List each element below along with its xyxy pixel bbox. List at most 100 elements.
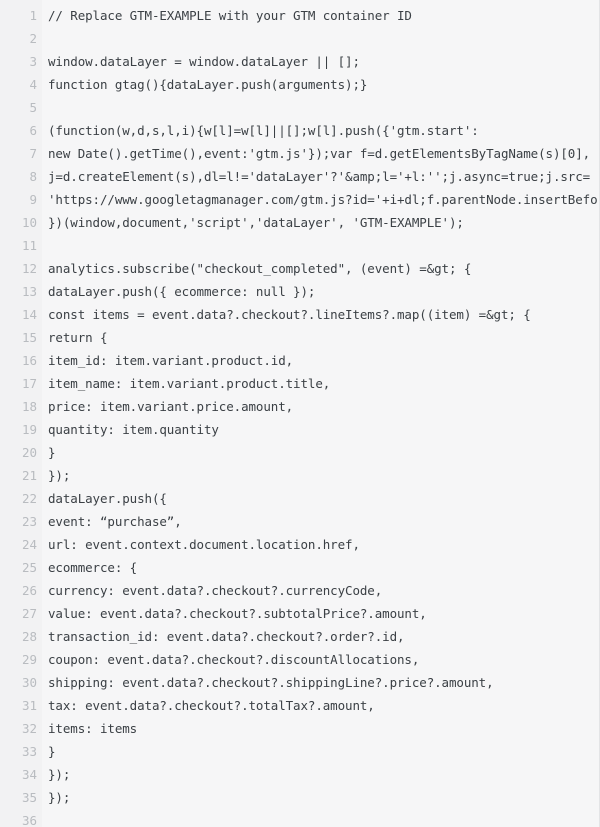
line-content[interactable]: function gtag(){dataLayer.push(arguments… bbox=[37, 73, 599, 96]
line-content[interactable]: new Date().getTime(),event:'gtm.js'});va… bbox=[37, 142, 599, 165]
line-content[interactable]: items: items bbox=[37, 717, 599, 740]
line-content[interactable]: }); bbox=[37, 786, 599, 809]
code-line[interactable]: 12 analytics.subscribe("checkout_complete… bbox=[0, 257, 599, 280]
line-content[interactable]: })(window,document,'script','dataLayer',… bbox=[37, 211, 599, 234]
line-content[interactable]: 'https://www.googletagmanager.com/gtm.js… bbox=[37, 188, 599, 211]
code-line[interactable]: 19 quantity: item.quantity bbox=[0, 418, 599, 441]
code-line[interactable]: 10})(window,document,'script','dataLayer… bbox=[0, 211, 599, 234]
line-number: 3 bbox=[29, 54, 37, 69]
code-line[interactable]: 9'https://www.googletagmanager.com/gtm.j… bbox=[0, 188, 599, 211]
code-line[interactable]: 3 window.dataLayer = window.dataLayer || … bbox=[0, 50, 599, 73]
code-line[interactable]: 34}); bbox=[0, 763, 599, 786]
code-line[interactable]: 16 item_id: item.variant.product.id, bbox=[0, 349, 599, 372]
line-number: 24 bbox=[21, 537, 37, 552]
line-number: 11 bbox=[21, 238, 37, 253]
line-content[interactable]: item_name: item.variant.product.title, bbox=[37, 372, 599, 395]
line-content[interactable]: shipping: event.data?.checkout?.shipping… bbox=[37, 671, 599, 694]
line-number: 2 bbox=[29, 31, 37, 46]
line-number: 1 bbox=[29, 8, 37, 23]
code-block[interactable]: 1// Replace GTM-EXAMPLE with your GTM co… bbox=[0, 0, 600, 827]
code-line[interactable]: 22 dataLayer.push({ bbox=[0, 487, 599, 510]
line-number: 19 bbox=[21, 422, 37, 437]
line-content[interactable]: item_id: item.variant.product.id, bbox=[37, 349, 599, 372]
code-line[interactable]: 4 function gtag(){dataLayer.push(argument… bbox=[0, 73, 599, 96]
line-number: 8 bbox=[29, 169, 37, 184]
code-line[interactable]: 27 value: event.data?.checkout?.subtotalP… bbox=[0, 602, 599, 625]
code-line[interactable]: 6 (function(w,d,s,l,i){w[l]=w[l]||[];w[l]… bbox=[0, 119, 599, 142]
code-line[interactable]: 29 coupon: event.data?.checkout?.discount… bbox=[0, 648, 599, 671]
line-number: 17 bbox=[21, 376, 37, 391]
line-content[interactable]: price: item.variant.price.amount, bbox=[37, 395, 599, 418]
code-line[interactable]: 15 return { bbox=[0, 326, 599, 349]
line-number: 16 bbox=[21, 353, 37, 368]
code-line[interactable]: 28 transaction_id: event.data?.checkout?.… bbox=[0, 625, 599, 648]
line-number: 32 bbox=[21, 721, 37, 736]
line-content[interactable]: transaction_id: event.data?.checkout?.or… bbox=[37, 625, 599, 648]
code-line[interactable]: 33} bbox=[0, 740, 599, 763]
code-line[interactable]: 30 shipping: event.data?.checkout?.shippi… bbox=[0, 671, 599, 694]
line-content[interactable]: url: event.context.document.location.hre… bbox=[37, 533, 599, 556]
code-line[interactable]: 7 new Date().getTime(),event:'gtm.js'});v… bbox=[0, 142, 599, 165]
line-number: 9 bbox=[29, 192, 37, 207]
line-number: 33 bbox=[21, 744, 37, 759]
line-content[interactable]: ecommerce: { bbox=[37, 556, 599, 579]
line-content[interactable]: dataLayer.push({ ecommerce: null }); bbox=[37, 280, 599, 303]
line-content[interactable]: value: event.data?.checkout?.subtotalPri… bbox=[37, 602, 599, 625]
code-line[interactable]: 2 bbox=[0, 27, 599, 50]
line-number: 30 bbox=[21, 675, 37, 690]
line-content[interactable]: const items = event.data?.checkout?.line… bbox=[37, 303, 599, 326]
code-line[interactable]: 14 const items = event.data?.checkout?.li… bbox=[0, 303, 599, 326]
code-line[interactable]: 11 bbox=[0, 234, 599, 257]
line-number: 29 bbox=[21, 652, 37, 667]
line-content[interactable]: // Replace GTM-EXAMPLE with your GTM con… bbox=[37, 4, 599, 27]
line-content[interactable]: }); bbox=[37, 464, 599, 487]
line-number: 31 bbox=[21, 698, 37, 713]
line-number: 27 bbox=[21, 606, 37, 621]
line-number: 10 bbox=[21, 215, 37, 230]
code-lines-container[interactable]: 1// Replace GTM-EXAMPLE with your GTM co… bbox=[0, 0, 599, 827]
line-content[interactable]: window.dataLayer = window.dataLayer || [… bbox=[37, 50, 599, 73]
line-content[interactable]: event: “purchase”, bbox=[37, 510, 599, 533]
line-number: 5 bbox=[29, 100, 37, 115]
line-content[interactable]: (function(w,d,s,l,i){w[l]=w[l]||[];w[l].… bbox=[37, 119, 599, 142]
line-content[interactable]: coupon: event.data?.checkout?.discountAl… bbox=[37, 648, 599, 671]
code-line[interactable]: 21}); bbox=[0, 464, 599, 487]
code-line[interactable]: 8 j=d.createElement(s),dl=l!='dataLayer'?… bbox=[0, 165, 599, 188]
code-line[interactable]: 32 items: items bbox=[0, 717, 599, 740]
line-number: 36 bbox=[21, 813, 37, 827]
line-content[interactable]: j=d.createElement(s),dl=l!='dataLayer'?'… bbox=[37, 165, 599, 188]
line-number: 14 bbox=[21, 307, 37, 322]
line-content[interactable]: analytics.subscribe("checkout_completed"… bbox=[37, 257, 599, 280]
line-number: 13 bbox=[21, 284, 37, 299]
code-line[interactable]: 23 event: “purchase”, bbox=[0, 510, 599, 533]
code-line[interactable]: 5 bbox=[0, 96, 599, 119]
code-line[interactable]: 24 url: event.context.document.location.h… bbox=[0, 533, 599, 556]
line-number: 22 bbox=[21, 491, 37, 506]
code-line[interactable]: 35}); bbox=[0, 786, 599, 809]
line-number: 35 bbox=[21, 790, 37, 805]
line-number: 12 bbox=[21, 261, 37, 276]
code-line[interactable]: 36 bbox=[0, 809, 599, 827]
line-content[interactable]: } bbox=[37, 740, 599, 763]
line-content[interactable]: } bbox=[37, 441, 599, 464]
line-number: 18 bbox=[21, 399, 37, 414]
line-content[interactable]: return { bbox=[37, 326, 599, 349]
line-number: 28 bbox=[21, 629, 37, 644]
line-content[interactable]: }); bbox=[37, 763, 599, 786]
line-content[interactable]: tax: event.data?.checkout?.totalTax?.amo… bbox=[37, 694, 599, 717]
line-content[interactable]: currency: event.data?.checkout?.currency… bbox=[37, 579, 599, 602]
line-content[interactable]: quantity: item.quantity bbox=[37, 418, 599, 441]
line-number: 7 bbox=[29, 146, 37, 161]
code-line[interactable]: 1// Replace GTM-EXAMPLE with your GTM co… bbox=[0, 4, 599, 27]
line-number: 20 bbox=[21, 445, 37, 460]
line-content[interactable]: dataLayer.push({ bbox=[37, 487, 599, 510]
line-number: 4 bbox=[29, 77, 37, 92]
line-number: 21 bbox=[21, 468, 37, 483]
code-line[interactable]: 17 item_name: item.variant.product.title, bbox=[0, 372, 599, 395]
code-line[interactable]: 25 ecommerce: { bbox=[0, 556, 599, 579]
code-line[interactable]: 13 dataLayer.push({ ecommerce: null }); bbox=[0, 280, 599, 303]
code-line[interactable]: 20} bbox=[0, 441, 599, 464]
code-line[interactable]: 18 price: item.variant.price.amount, bbox=[0, 395, 599, 418]
code-line[interactable]: 31 tax: event.data?.checkout?.totalTax?.a… bbox=[0, 694, 599, 717]
code-line[interactable]: 26 currency: event.data?.checkout?.curren… bbox=[0, 579, 599, 602]
